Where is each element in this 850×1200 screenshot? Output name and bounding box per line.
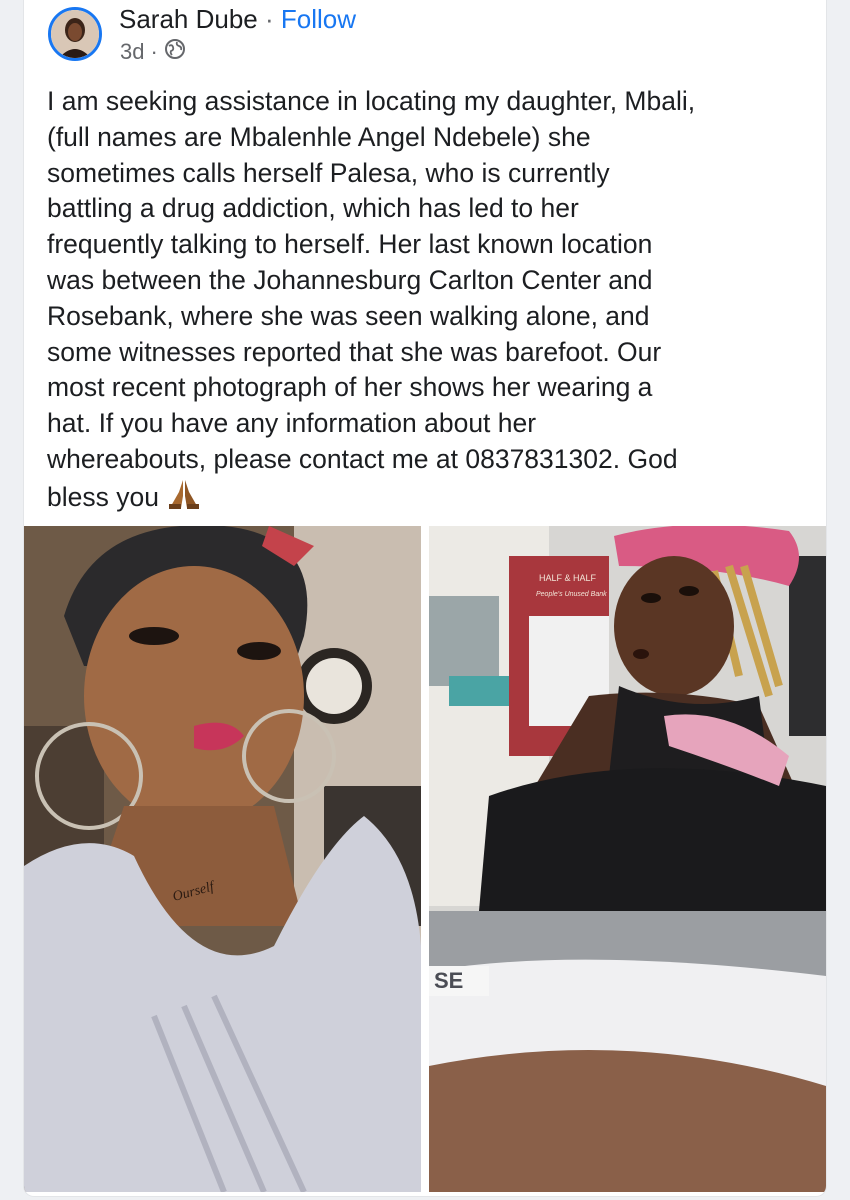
photo-left[interactable]: Ourself (24, 526, 421, 1192)
post-body: I am seeking assistance in locating my d… (47, 84, 817, 520)
post-header: Sarah Dube · Follow 3d · (24, 0, 826, 80)
author-line: Sarah Dube · Follow (119, 4, 356, 34)
follow-button[interactable]: Follow (281, 4, 356, 34)
device-text: SE (434, 968, 463, 993)
post-meta: 3d · (120, 38, 186, 66)
name-separator: · (265, 4, 274, 34)
globe-icon[interactable] (164, 38, 186, 66)
meta-separator: · (150, 39, 158, 64)
avatar-image (51, 10, 99, 58)
post-body-text: I am seeking assistance in locating my d… (47, 86, 696, 512)
shirt-text-2: People's Unused Bank (536, 591, 607, 598)
praying-hands-icon (167, 478, 201, 520)
post-card: Sarah Dube · Follow 3d · I am seeking as… (24, 0, 826, 1196)
author-name[interactable]: Sarah Dube (119, 4, 258, 34)
author-avatar[interactable] (48, 7, 102, 61)
photo-right[interactable]: HALF & HALF People's Unused Bank SE (429, 526, 826, 1192)
shirt-text-1: HALF & HALF (539, 573, 597, 583)
post-time[interactable]: 3d (120, 39, 144, 65)
